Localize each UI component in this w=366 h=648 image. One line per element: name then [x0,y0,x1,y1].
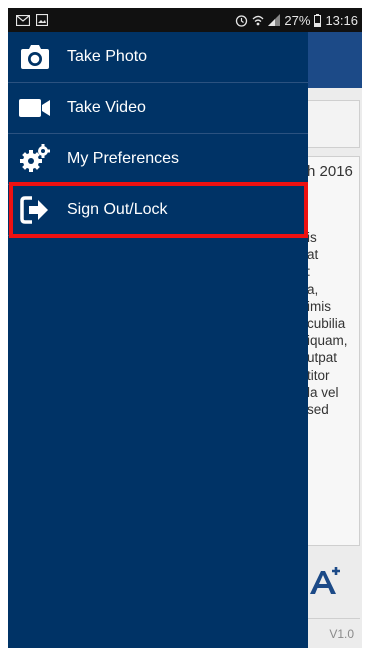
body-line: a, [307,281,319,297]
alarm-icon [235,14,248,27]
clock-time: 13:16 [325,12,358,28]
image-notification-icon [36,14,48,26]
message-date: h 2016 [307,163,353,180]
email-notification-icon [16,14,30,26]
body-line: cubilia [307,316,346,332]
menu-item-label: My Preferences [67,150,180,167]
gears-icon [10,134,60,184]
body-line: titor [307,367,330,383]
body-line: sed [307,402,329,418]
increase-font-button[interactable] [302,550,360,614]
menu-item-take-photo[interactable]: Take Photo [8,32,308,82]
battery-percent: 27% [284,12,311,28]
video-camera-icon [10,83,60,133]
font-size-icon [308,565,342,600]
message-body: is at : a, imis cubilia iquam, utpat tit… [307,229,359,418]
body-line: imis [307,298,331,314]
version-label: V1.0 [302,618,360,648]
header-card [302,100,360,148]
body-line: is [307,230,317,245]
body-line: : [307,264,311,280]
body-line: iquam, [307,333,348,349]
menu-item-my-preferences[interactable]: My Preferences [8,134,308,184]
status-bar: 27% 13:16 [8,8,362,32]
menu-item-take-video[interactable]: Take Video [8,83,308,133]
battery-icon [314,13,322,27]
navigation-drawer: Take Photo Take Video My Preferences Sig… [8,32,308,648]
phone-screen: 27% 13:16 h 2016 is at : a, imis cubilia… [8,8,362,648]
body-line: utpat [307,350,338,366]
wifi-icon [252,14,264,27]
signal-icon [268,14,281,26]
camera-icon [10,32,60,82]
menu-item-label: Take Photo [67,48,148,65]
message-card: h 2016 is at : a, imis cubilia iquam, ut… [302,156,360,546]
sign-out-highlight-box [9,182,308,238]
body-line: at [307,247,319,263]
menu-item-label: Take Video [67,99,146,116]
body-line: la vel [307,384,339,400]
